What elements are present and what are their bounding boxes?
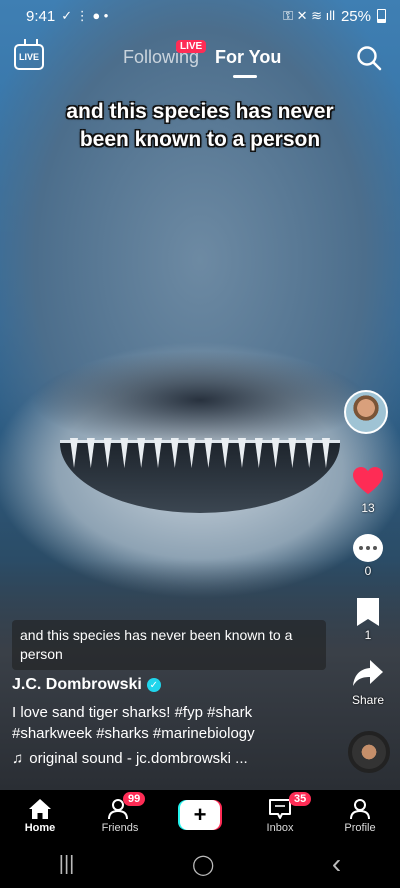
post-description[interactable]: I love sand tiger sharks! #fyp #shark #s… xyxy=(12,702,332,744)
comment-button[interactable]: 0 xyxy=(344,534,392,578)
system-nav-bar: ||| ◯ ‹ xyxy=(0,840,400,888)
nav-inbox[interactable]: 35 Inbox xyxy=(245,792,315,834)
nav-home[interactable]: Home xyxy=(5,796,75,834)
video-caption: and this species has never been known to… xyxy=(66,100,334,151)
verified-check-icon: ✓ xyxy=(146,678,161,692)
notification-icons: ✓ ⋮ ● • xyxy=(61,8,109,23)
active-tab-indicator xyxy=(233,75,257,78)
live-tv-icon[interactable]: LIVE xyxy=(14,44,44,70)
nav-profile-label: Profile xyxy=(344,822,376,834)
home-icon xyxy=(29,799,51,819)
create-button[interactable]: + xyxy=(178,800,222,830)
nav-friends-label: Friends xyxy=(101,822,139,834)
comment-icon xyxy=(353,534,383,562)
nav-friends[interactable]: 99 Friends xyxy=(85,792,155,834)
plus-icon: + xyxy=(180,800,220,830)
share-arrow-icon xyxy=(353,660,383,686)
username-row[interactable]: J.C. Dombrowski ✓ xyxy=(12,676,332,694)
signal-icons: ⚿ ✕ ≋ ıll xyxy=(283,8,335,23)
description-line-1: I love sand tiger sharks! #fyp #shark xyxy=(12,704,253,721)
inbox-badge: 35 xyxy=(289,792,312,806)
battery-level: 25% xyxy=(340,7,371,25)
nav-home-label: Home xyxy=(24,822,56,834)
nav-create[interactable]: + xyxy=(165,800,235,830)
music-disc-icon[interactable] xyxy=(348,731,390,773)
back-icon[interactable]: ‹ xyxy=(332,848,341,880)
share-button[interactable]: Share xyxy=(344,658,392,707)
friends-badge: 99 xyxy=(123,792,146,806)
music-note-icon: ♫ xyxy=(12,750,24,767)
description-line-2: #sharkweek #sharks #marinebiology xyxy=(12,725,255,742)
battery-icon xyxy=(377,9,386,23)
bottom-nav: Home 99 Friends + 35 Inbox Profile xyxy=(0,790,400,840)
system-home-icon[interactable]: ◯ xyxy=(192,852,214,877)
comment-count: 0 xyxy=(364,564,372,578)
shark-teeth xyxy=(70,438,330,472)
subtitle-box: and this species has never been known to… xyxy=(12,620,326,670)
username[interactable]: J.C. Dombrowski xyxy=(12,676,142,694)
share-label: Share xyxy=(351,693,385,707)
save-button[interactable]: 1 xyxy=(344,598,392,642)
search-icon[interactable] xyxy=(356,45,382,71)
sound-name: original sound - jc.dombrowski ... xyxy=(29,750,248,767)
tab-for-you[interactable]: For You xyxy=(215,47,281,68)
nav-inbox-label: Inbox xyxy=(266,822,294,834)
live-badge: LIVE xyxy=(176,40,207,53)
top-nav: LIVE Following LIVE For You xyxy=(0,40,400,80)
sound-row[interactable]: ♫ original sound - jc.dombrowski ... xyxy=(12,750,332,767)
profile-icon xyxy=(350,799,370,820)
creator-avatar[interactable] xyxy=(344,390,388,434)
recents-icon[interactable]: ||| xyxy=(59,853,75,876)
save-count: 1 xyxy=(364,628,372,642)
like-button[interactable]: 13 xyxy=(344,466,392,515)
live-icon-label: LIVE xyxy=(18,52,39,62)
heart-icon xyxy=(353,466,383,495)
like-count: 13 xyxy=(361,501,375,515)
status-bar: 9:41 ✓ ⋮ ● • ⚿ ✕ ≋ ıll 25% xyxy=(0,0,400,32)
nav-profile[interactable]: Profile xyxy=(325,796,395,834)
bookmark-icon xyxy=(357,598,379,626)
status-time: 9:41 xyxy=(26,7,56,25)
post-info: J.C. Dombrowski ✓ I love sand tiger shar… xyxy=(12,676,332,767)
